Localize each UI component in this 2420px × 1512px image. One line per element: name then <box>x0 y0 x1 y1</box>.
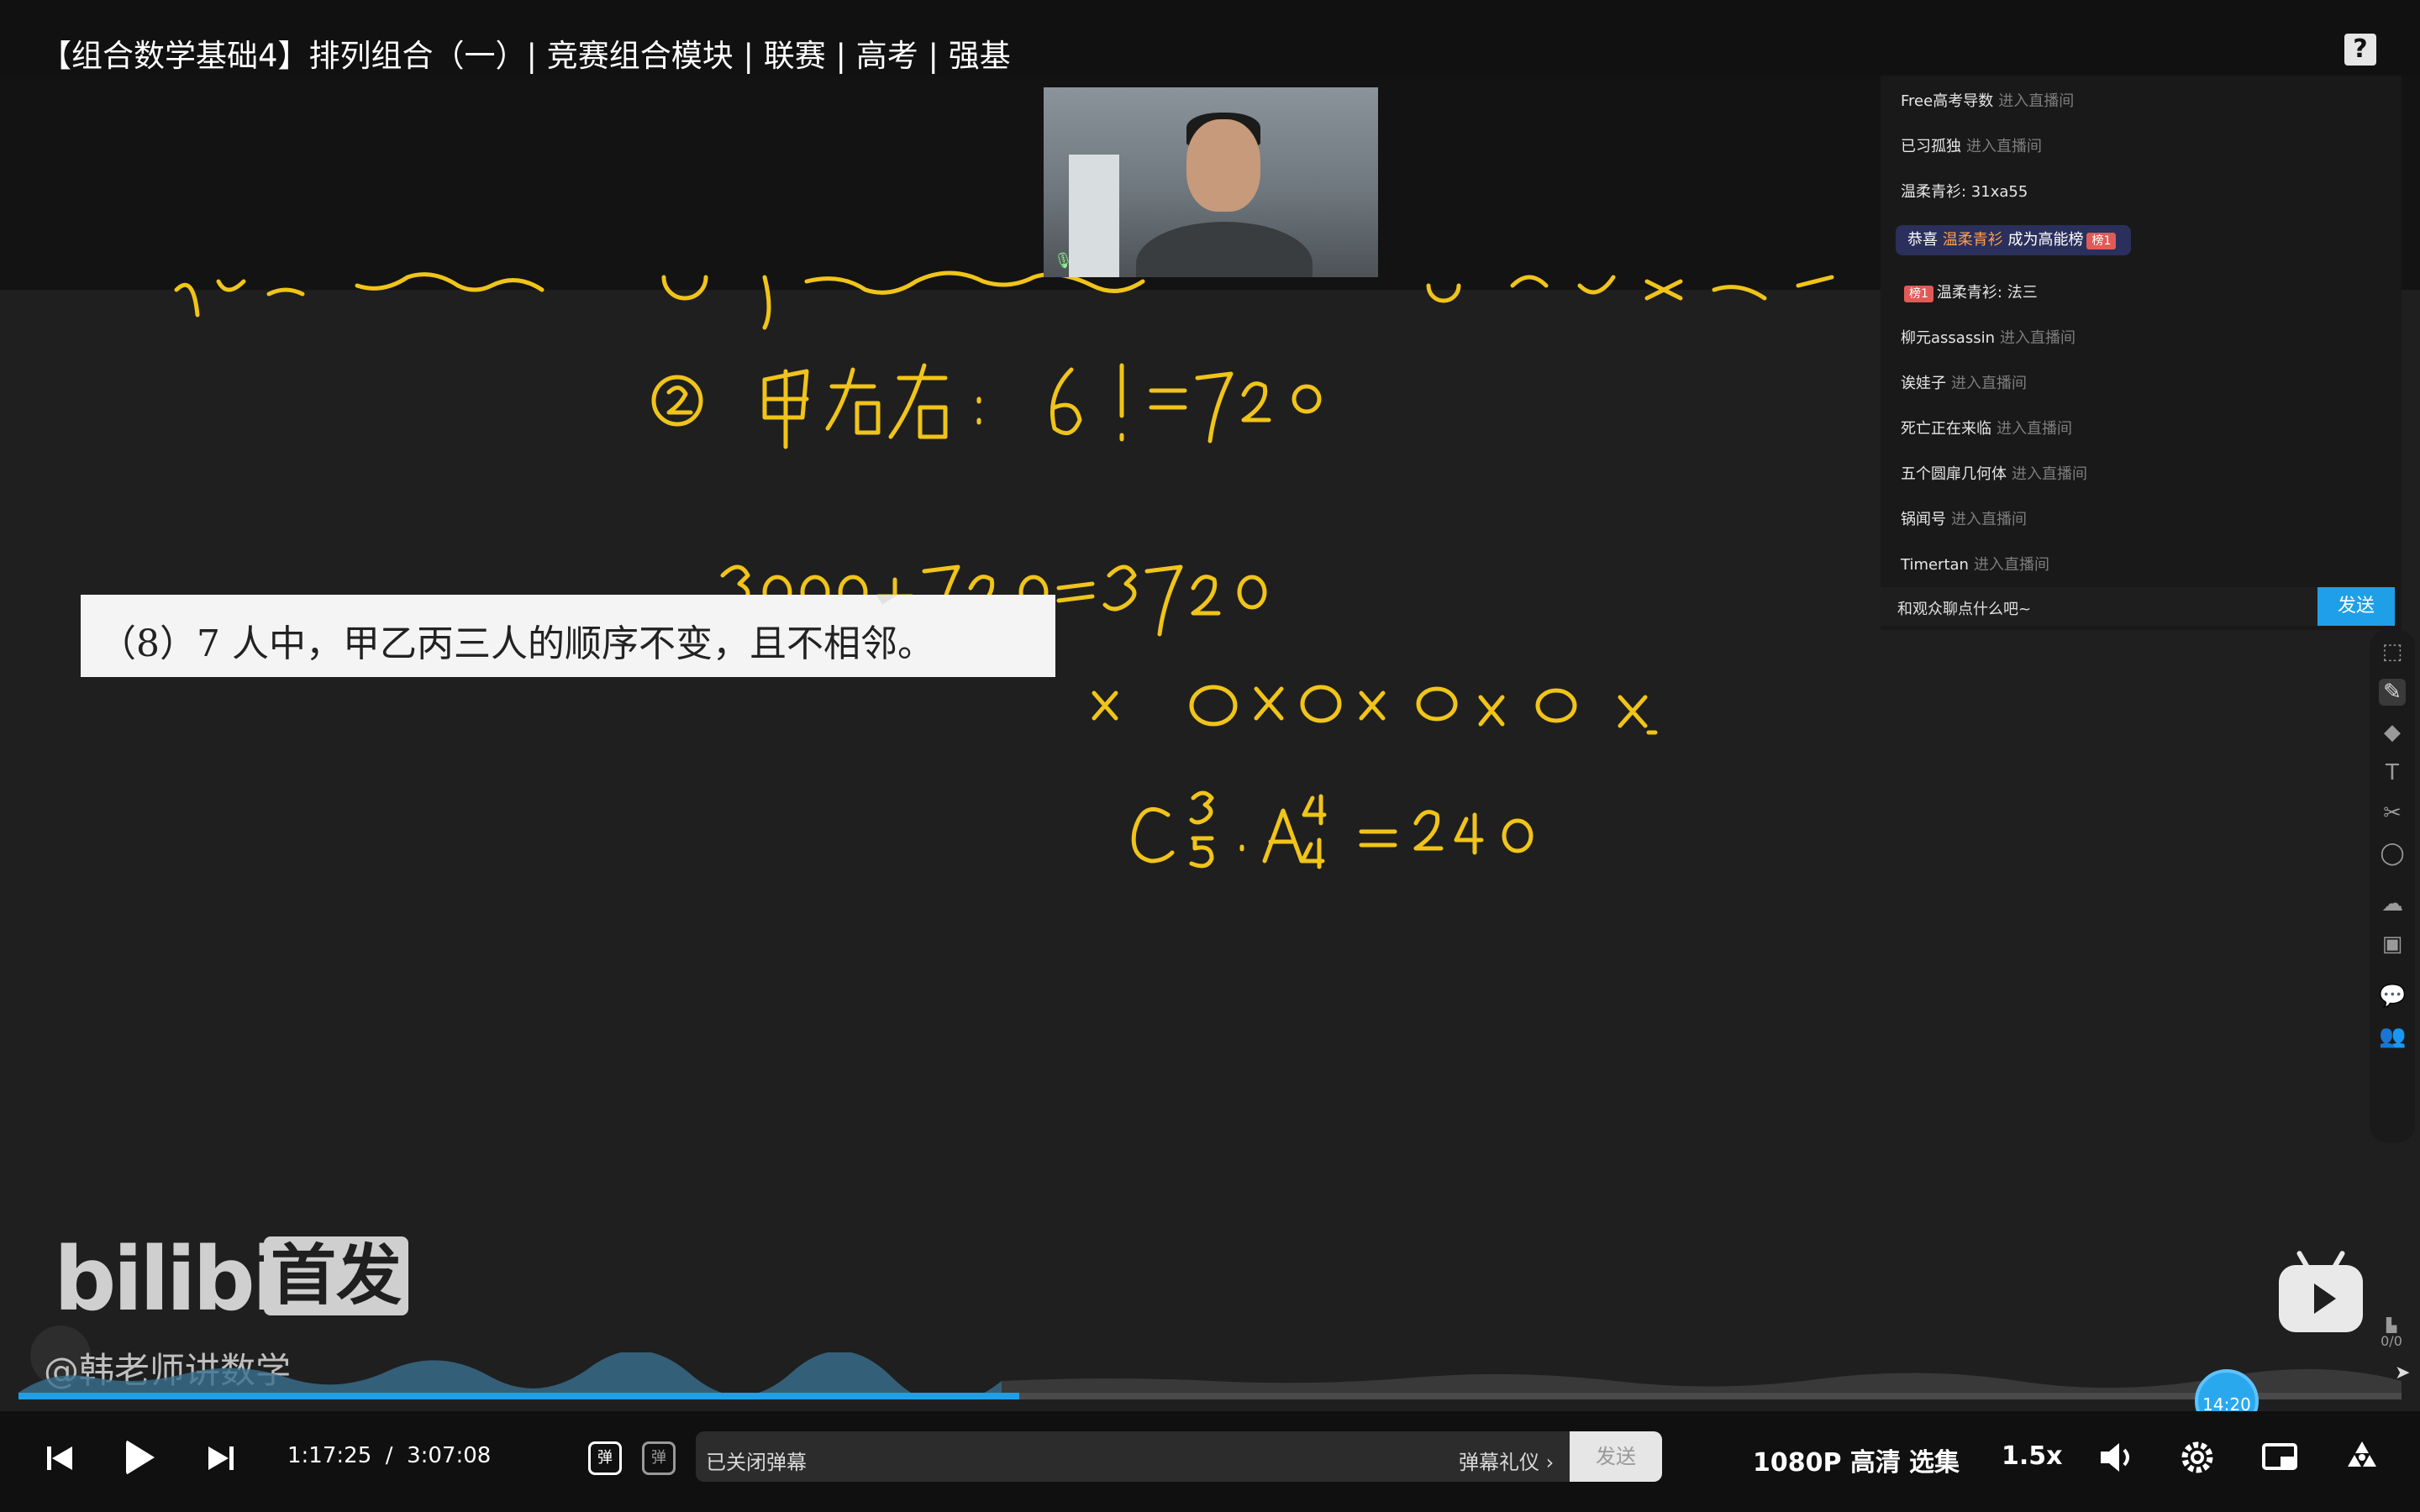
danmaku-toggle-icon[interactable]: 弹 <box>588 1441 622 1475</box>
cloud-icon[interactable]: ☁ <box>2379 890 2406 917</box>
chat-message: 诶娃子 进入直播间 <box>1901 375 2027 392</box>
picture-in-picture-icon[interactable] <box>2259 1436 2301 1478</box>
heat-waveform <box>18 1352 2402 1394</box>
progress-bar[interactable] <box>18 1393 2402 1399</box>
problem-text: （8）7 人中，甲乙丙三人的顺序不变，且不相邻。 <box>99 622 934 665</box>
premiere-tag: 首发 <box>264 1236 408 1315</box>
chat-message: 死亡正在来临 进入直播间 <box>1901 420 2072 438</box>
handwriting-formula <box>1131 790 1534 869</box>
mic-icon: 🎙 <box>1054 252 1073 270</box>
pen-icon[interactable]: ✎ <box>2379 679 2406 706</box>
teacher-webcam: 🎙 <box>1044 87 1378 277</box>
chat-message: Timertan 进入直播间 <box>1901 556 2049 574</box>
question-icon[interactable]: ? <box>2344 34 2376 66</box>
eraser-icon[interactable]: ◆ <box>2379 719 2406 746</box>
cursor-icon: ➤ <box>2395 1362 2411 1383</box>
previous-icon[interactable] <box>47 1445 74 1472</box>
briefcase-icon[interactable]: ▣ <box>2379 931 2406 958</box>
handwriting-slots <box>1092 685 1658 735</box>
live-chat-panel: Free高考导数 进入直播间 已习孤独 进入直播间 温柔青衫: 31xa55 恭喜 … <box>1881 76 2402 630</box>
next-icon[interactable] <box>208 1445 235 1472</box>
chart-icon: ▙ <box>2386 1317 2397 1333</box>
chat-message: 锅闻号 进入直播间 <box>1901 511 2027 528</box>
danmaku-send-button[interactable]: 发送 <box>1570 1431 1662 1482</box>
fullscreen-icon[interactable] <box>2341 1436 2383 1478</box>
whiteboard-toolbar: ⬚ ✎ ◆ T ✂ ◯ ☁ ▣ 💬 👥 <box>2370 630 2415 1142</box>
chat-message: 温柔青衫: 31xa55 <box>1901 183 2028 201</box>
video-frame[interactable]: 🎙 （8）7 人中，甲乙丙三人的顺序不变，且不相邻。 Free高考导数 进入直播间… <box>0 76 2420 1411</box>
settings-icon[interactable] <box>2176 1436 2218 1478</box>
danmaku-etiquette-link[interactable]: 弹幕礼仪 › <box>1459 1446 1554 1475</box>
chat-message: Free高考导数 进入直播间 <box>1901 92 2075 110</box>
scissors-icon[interactable]: ✂ <box>2379 800 2406 827</box>
chat-highlight-banner: 恭喜 温柔青衫 成为高能榜 榜1 <box>1896 225 2132 255</box>
problem-card: （8）7 人中，甲乙丙三人的顺序不变，且不相邻。 <box>81 595 1055 677</box>
time-display: 1:17:25 / 3:07:08 <box>287 1443 492 1468</box>
chat-message: 柳元assassin 进入直播间 <box>1901 329 2075 347</box>
video-title: 【组合数学基础4】排列组合（一）| 竞赛组合模块 | 联赛 | 高考 | 强基 <box>40 38 1011 74</box>
episodes-button[interactable]: 选集 <box>1909 1441 1960 1478</box>
shape-icon[interactable]: ◯ <box>2379 840 2406 867</box>
chat-send-button[interactable]: 发送 <box>2317 587 2395 626</box>
play-icon[interactable] <box>126 1440 155 1475</box>
chat-input[interactable]: 和观众聊点什么吧~ <box>1881 587 2317 626</box>
handwriting-top-line <box>174 270 1834 330</box>
speed-button[interactable]: 1.5x <box>2002 1441 2063 1471</box>
handwriting-line-2 <box>762 363 1322 449</box>
select-icon[interactable]: ⬚ <box>2379 638 2406 665</box>
title-bar: 【组合数学基础4】排列组合（一）| 竞赛组合模块 | 联赛 | 高考 | 强基 … <box>0 0 2420 76</box>
danmaku-input[interactable]: 已关闭弹幕 弹幕礼仪 › 发送 <box>696 1431 1662 1482</box>
side-counter: ▙ 0/0 <box>2373 1317 2410 1349</box>
chat-message: 已习孤独 进入直播间 <box>1901 138 2042 155</box>
danmaku-settings-icon[interactable]: 弹 <box>642 1441 676 1475</box>
quality-button[interactable]: 1080P 高清 <box>1753 1441 1901 1478</box>
chat-message: 五个圆扉几何体 进入直播间 <box>1901 465 2087 483</box>
text-icon[interactable]: T <box>2379 759 2406 786</box>
bilibili-tv-icon[interactable] <box>2279 1265 2363 1332</box>
player-controls: 1:17:25 / 3:07:08 弹 弹 已关闭弹幕 弹幕礼仪 › 发送 10… <box>0 1411 2420 1512</box>
chat-icon[interactable]: 💬 <box>2379 983 2406 1010</box>
chat-message: 榜1 温柔青衫: 法三 <box>1901 281 2038 302</box>
progress-played <box>18 1393 1020 1399</box>
users-icon[interactable]: 👥 <box>2379 1023 2406 1050</box>
volume-icon[interactable] <box>2094 1436 2136 1478</box>
